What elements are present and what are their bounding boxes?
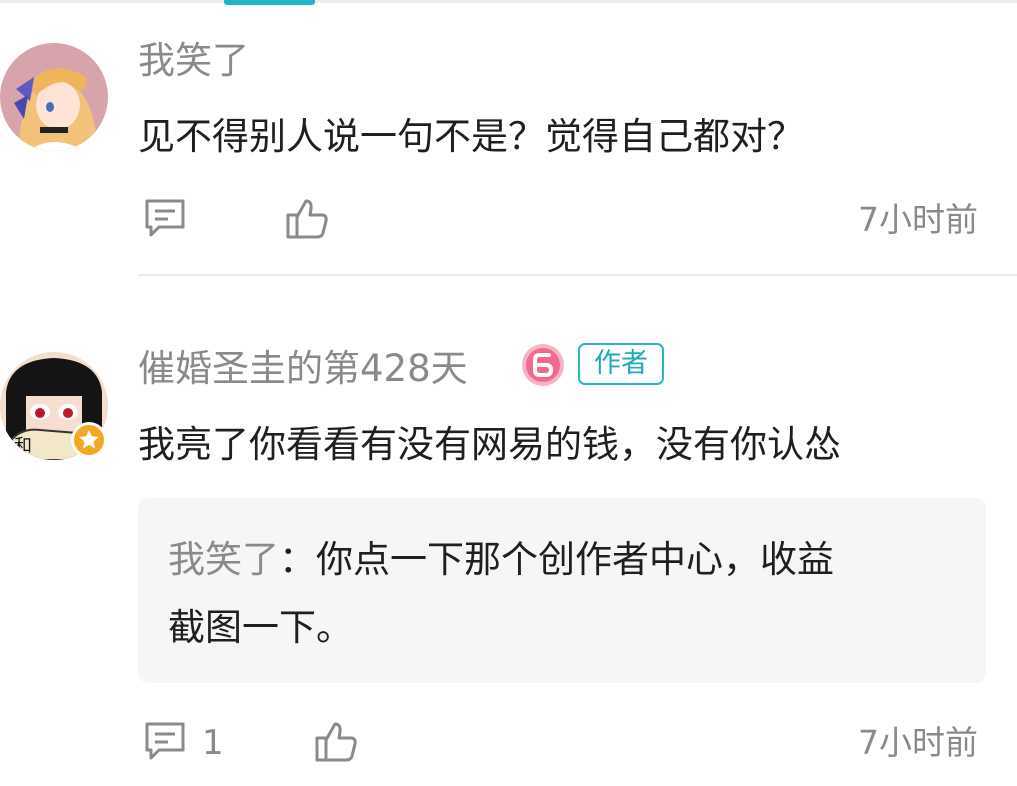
quote-text: 你点一下那个创作者中心，收益	[316, 538, 834, 581]
avatar[interactable]	[0, 43, 108, 151]
username[interactable]: 催婚圣圭的第428天	[138, 350, 468, 387]
like-icon[interactable]	[313, 718, 359, 764]
vip-star-icon	[70, 421, 108, 459]
top-divider	[0, 0, 1017, 3]
tab-indicator	[224, 0, 315, 5]
quoted-reply[interactable]: 我笑了：你点一下那个创作者中心，收益 截图一下。	[138, 498, 986, 683]
row-divider	[138, 274, 1017, 276]
timestamp: 7小时前	[858, 723, 978, 762]
timestamp: 7小时前	[858, 200, 978, 239]
comment-text[interactable]: 我亮了你看看有没有网易的钱，没有你认怂	[138, 426, 841, 463]
like-icon[interactable]	[284, 195, 330, 241]
quote-line-2: 截图一下。	[168, 606, 353, 649]
reply-icon[interactable]	[142, 195, 188, 241]
quote-author[interactable]: 我笑了	[168, 538, 279, 581]
svg-text:和: 和	[14, 436, 32, 457]
author-tag: 作者	[578, 343, 664, 385]
comment-text[interactable]: 见不得别人说一句不是？觉得自己都对？	[138, 118, 804, 155]
level-badge-icon	[521, 343, 565, 387]
quote-separator: ：	[279, 538, 316, 581]
quote-line-1: 我笑了：你点一下那个创作者中心，收益	[168, 541, 834, 578]
reply-icon[interactable]	[142, 718, 188, 764]
username[interactable]: 我笑了	[138, 42, 249, 79]
reply-count[interactable]: 1	[202, 726, 224, 760]
